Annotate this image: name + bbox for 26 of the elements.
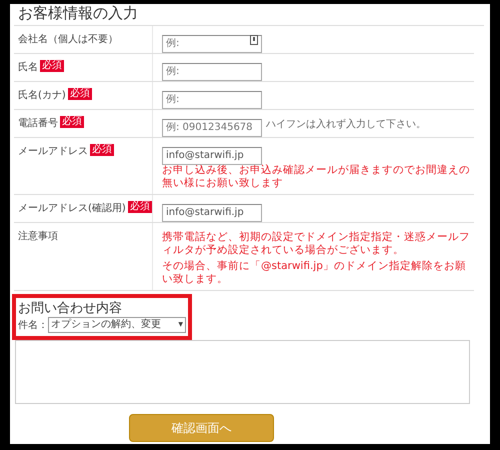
input-field[interactable]: info@starwifi.jp bbox=[162, 204, 262, 222]
required-badge: 必須 bbox=[60, 116, 84, 128]
field-label: メールアドレス bbox=[18, 145, 88, 158]
inquiry-title: お問い合わせ内容 bbox=[18, 300, 123, 317]
required-badge: 必須 bbox=[68, 88, 92, 100]
notice-text: その場合、事前に「@starwifi.jp」のドメイン指定解除をお願い致します。 bbox=[162, 260, 467, 286]
field-label: メールアドレス(確認用) bbox=[18, 202, 126, 215]
input-field[interactable]: 例: bbox=[162, 90, 262, 108]
required-badge: 必須 bbox=[128, 201, 152, 213]
required-badge: 必須 bbox=[90, 144, 114, 156]
field-label: 電話番号 bbox=[18, 116, 58, 130]
field-label: 氏名(カナ) bbox=[18, 88, 66, 102]
input-field[interactable]: 例: 09012345678 bbox=[162, 118, 262, 136]
warning-text: お申し込み後、お申込み確認メールが届きますのでお間違えの無い様にお願い致します bbox=[162, 164, 471, 190]
field-label: 注意事項 bbox=[18, 230, 58, 243]
section-title: お客様情報の入力 bbox=[14, 4, 484, 26]
autofill-icon[interactable] bbox=[250, 35, 258, 45]
input-field[interactable]: 例: bbox=[162, 62, 262, 80]
required-badge: 必須 bbox=[40, 60, 64, 72]
input-field[interactable]: info@starwifi.jp bbox=[162, 146, 262, 164]
subject-label: 件名： bbox=[18, 319, 48, 332]
notice-text: 携帯電話など、初期の設定でドメイン指定指定・迷惑メールフィルタが予め設定されている場合がございます。 bbox=[162, 231, 471, 257]
field-label: 氏名 bbox=[18, 60, 38, 74]
field-hint: ハイフンは入れず入力して下さい。 bbox=[266, 118, 426, 131]
field-label: 会社名（個人は不要） bbox=[18, 32, 118, 46]
input-field[interactable]: 例: bbox=[162, 34, 262, 52]
